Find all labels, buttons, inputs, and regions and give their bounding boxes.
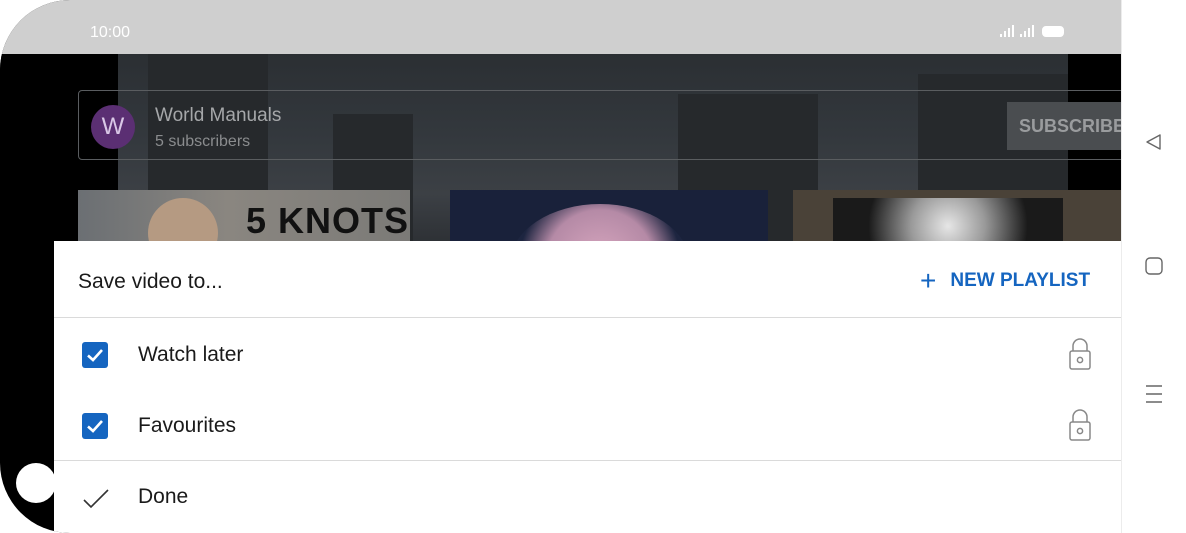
channel-card[interactable]: W World Manuals 5 subscribers SUBSCRIBE [78,90,1121,160]
channel-name[interactable]: World Manuals [155,105,281,127]
status-bar: 10:00 [0,0,1121,54]
checkbox-checked[interactable] [82,413,108,439]
checkbox-checked[interactable] [82,342,108,368]
channel-avatar[interactable]: W [91,105,135,149]
status-time: 10:00 [90,24,131,41]
system-navigation-bar [1121,0,1186,533]
sheet-header: Save video to... + NEW PLAYLIST [54,241,1121,318]
menu-icon[interactable] [1142,382,1166,406]
video-page-background: W World Manuals 5 subscribers SUBSCRIBE … [0,54,1121,254]
lock-icon [1069,338,1091,370]
subscriber-count: 5 subscribers [155,133,251,150]
plus-icon: + [920,265,937,296]
signal-icon [1020,25,1034,37]
status-icons [1000,25,1064,37]
screen: 10:00 W World Manuals 5 subscribers SUBS… [0,0,1186,533]
battery-icon [1042,25,1064,37]
playlist-item-watch-later[interactable]: Watch later [54,319,1121,389]
new-playlist-button[interactable]: + NEW PLAYLIST [920,265,1090,297]
camera-cutout [16,463,56,503]
playlist-label: Watch later [138,343,244,366]
subscribe-button[interactable]: SUBSCRIBE [1007,102,1121,150]
home-icon[interactable] [1142,254,1166,278]
new-playlist-label: NEW PLAYLIST [950,270,1091,291]
lock-icon [1069,409,1091,441]
playlist-item-favourites[interactable]: Favourites [54,390,1121,460]
check-icon [83,489,109,509]
sheet-title: Save video to... [78,270,223,293]
phone-screen: 10:00 W World Manuals 5 subscribers SUBS… [0,0,1121,533]
playlist-label: Favourites [138,414,237,437]
done-button[interactable]: Done [54,461,1121,533]
signal-icon [1000,25,1014,37]
save-to-playlist-sheet: Save video to... + NEW PLAYLIST Watch la… [54,241,1121,533]
back-icon[interactable] [1142,130,1166,154]
thumbnail-title: 5 KNOTS [246,200,410,241]
done-label: Done [138,485,189,508]
